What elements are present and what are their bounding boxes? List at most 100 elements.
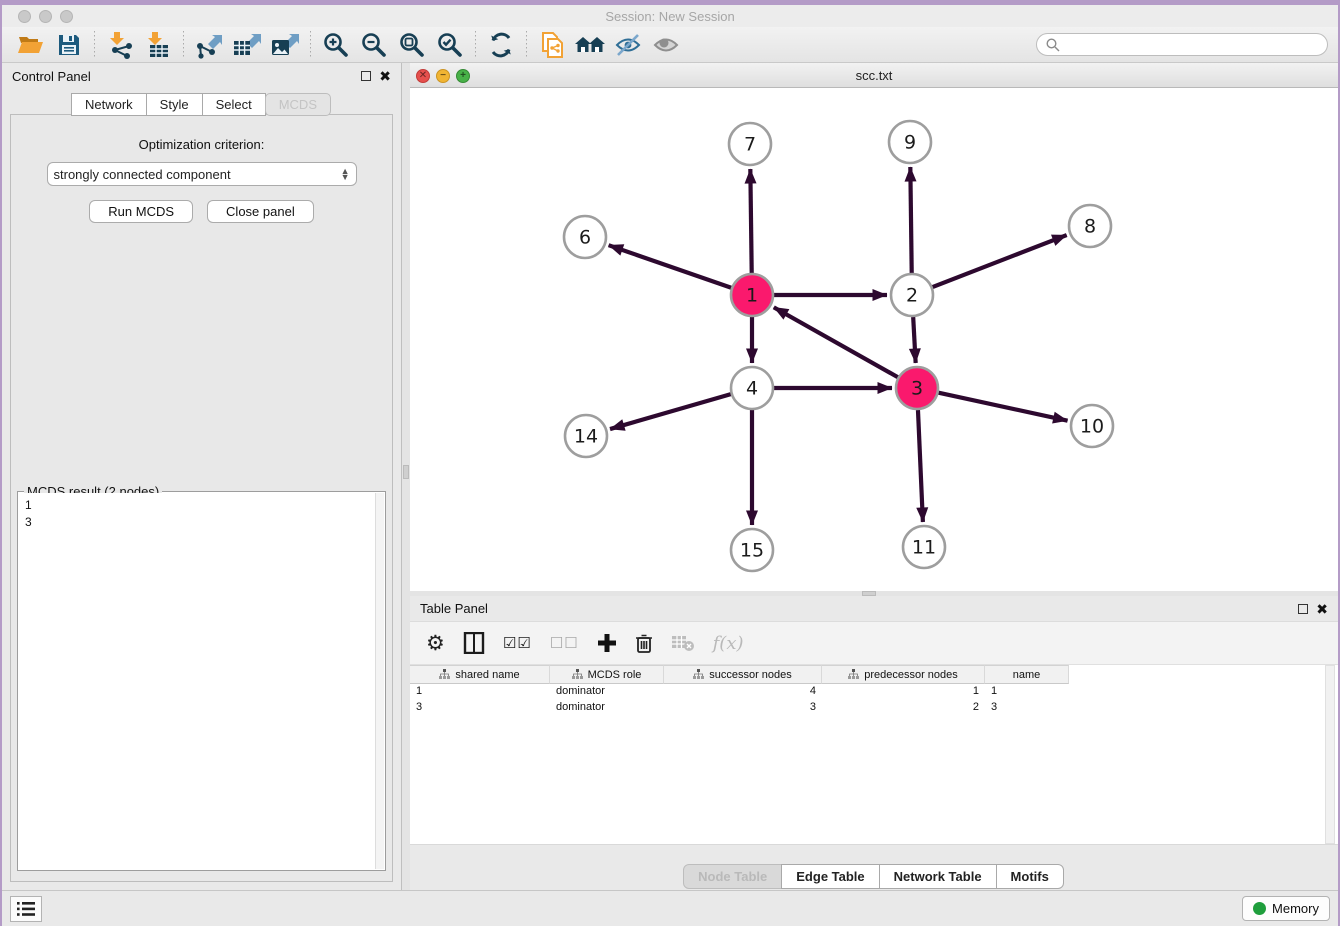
tab-network-table[interactable]: Network Table (879, 864, 997, 889)
deselect-all-columns-icon[interactable]: ☐☐ (550, 628, 579, 658)
copy-network-icon[interactable] (533, 29, 571, 61)
cell-shared-name[interactable]: 3 (410, 700, 550, 716)
graph-edge-2-9[interactable] (910, 167, 911, 273)
select-all-columns-icon[interactable]: ☑☑ (503, 628, 532, 658)
delete-column-icon[interactable] (635, 628, 653, 658)
tab-network[interactable]: Network (71, 93, 147, 116)
svg-text:7: 7 (744, 134, 756, 156)
close-panel-icon[interactable]: ✖ (1316, 604, 1328, 614)
column-header-successor-nodes[interactable]: successor nodes (664, 665, 822, 684)
column-header-shared-name[interactable]: shared name (410, 665, 550, 684)
open-session-icon[interactable] (12, 29, 50, 61)
refresh-layout-icon[interactable] (482, 29, 520, 61)
network-view-window: ✕ − + scc.txt 7968124314101511 (410, 63, 1338, 591)
graph-edge-3-11[interactable] (918, 410, 923, 522)
float-panel-icon[interactable] (1298, 604, 1308, 614)
graph-node-7[interactable]: 7 (729, 123, 771, 165)
table-settings-icon[interactable]: ⚙ (426, 628, 445, 658)
result-scrollbar[interactable] (375, 493, 384, 869)
mcds-result-list[interactable]: 1 3 (19, 493, 375, 869)
network-close-icon[interactable]: ✕ (416, 69, 430, 83)
network-zoom-icon[interactable]: + (456, 69, 470, 83)
graph-node-15[interactable]: 15 (731, 529, 773, 571)
import-network-icon[interactable] (101, 29, 139, 61)
graph-edge-3-10[interactable] (938, 393, 1067, 421)
graph-node-3[interactable]: 3 (896, 367, 938, 409)
column-header-predecessor-nodes[interactable]: predecessor nodes (822, 665, 985, 684)
svg-text:3: 3 (911, 378, 923, 400)
memory-status-icon (1253, 902, 1266, 915)
zoom-selected-icon[interactable] (431, 29, 469, 61)
table-panel-header: Table Panel ✖ (410, 596, 1338, 621)
graph-node-4[interactable]: 4 (731, 367, 773, 409)
export-network-icon[interactable] (190, 29, 228, 61)
hide-selected-icon[interactable] (609, 29, 647, 61)
graph-edge-2-3[interactable] (913, 317, 915, 363)
cell-predecessor-nodes[interactable]: 2 (822, 700, 985, 716)
save-session-icon[interactable] (50, 29, 88, 61)
network-canvas[interactable]: 7 9 6 8 1 2 4 3 14 10 15 11 (410, 88, 1338, 591)
search-input[interactable] (1036, 33, 1328, 56)
graph-edge-4-14[interactable] (610, 394, 731, 429)
tab-select[interactable]: Select (202, 93, 266, 116)
first-neighbors-icon[interactable] (571, 29, 609, 61)
close-panel-button[interactable]: Close panel (207, 200, 314, 223)
cell-predecessor-nodes[interactable]: 1 (822, 684, 985, 700)
table-row[interactable]: 1dominator411 (410, 684, 1338, 700)
task-history-button[interactable] (10, 896, 42, 922)
vertical-splitter[interactable] (402, 63, 410, 890)
cell-name[interactable]: 3 (985, 700, 1069, 716)
zoom-in-icon[interactable] (317, 29, 355, 61)
graph-node-6[interactable]: 6 (564, 216, 606, 258)
delete-table-icon[interactable] (671, 628, 695, 658)
graph-node-2[interactable]: 2 (891, 274, 933, 316)
table-scrollbar[interactable] (1325, 665, 1335, 844)
close-panel-icon[interactable]: ✖ (379, 71, 391, 81)
graph-edge-2-8[interactable] (933, 235, 1067, 287)
export-image-icon[interactable] (266, 29, 304, 61)
cell-shared-name[interactable]: 1 (410, 684, 550, 700)
float-panel-icon[interactable] (361, 71, 371, 81)
graph-edge-3-1[interactable] (774, 307, 898, 377)
run-mcds-button[interactable]: Run MCDS (89, 200, 193, 223)
show-columns-icon[interactable] (463, 628, 485, 658)
cell-successor-nodes[interactable]: 4 (664, 684, 822, 700)
export-table-icon[interactable] (228, 29, 266, 61)
graph-edge-1-7[interactable] (750, 169, 751, 273)
graph-node-10[interactable]: 10 (1071, 405, 1113, 447)
memory-button[interactable]: Memory (1242, 896, 1330, 921)
tab-motifs[interactable]: Motifs (996, 864, 1064, 889)
splitter-grip[interactable] (403, 465, 409, 479)
cell-MCDS-role[interactable]: dominator (550, 684, 664, 700)
import-table-icon[interactable] (139, 29, 177, 61)
zoom-fit-icon[interactable] (393, 29, 431, 61)
main-titlebar: Session: New Session (2, 5, 1338, 27)
graph-node-9[interactable]: 9 (889, 121, 931, 163)
tab-node-table[interactable]: Node Table (683, 864, 782, 889)
show-all-icon[interactable] (647, 29, 685, 61)
function-builder-icon[interactable]: f(x) (713, 628, 744, 658)
cell-MCDS-role[interactable]: dominator (550, 700, 664, 716)
graph-edge-1-6[interactable] (609, 245, 732, 288)
toolbar-separator (94, 31, 95, 59)
minimize-window-icon[interactable] (39, 10, 52, 23)
column-header-name[interactable]: name (985, 665, 1069, 684)
table-row[interactable]: 3dominator323 (410, 700, 1338, 716)
graph-node-11[interactable]: 11 (903, 526, 945, 568)
maximize-window-icon[interactable] (60, 10, 73, 23)
graph-node-8[interactable]: 8 (1069, 205, 1111, 247)
tab-edge-table[interactable]: Edge Table (781, 864, 879, 889)
add-column-icon[interactable] (597, 628, 617, 658)
criterion-select[interactable]: strongly connected component ▲▼ (47, 162, 357, 186)
cell-name[interactable]: 1 (985, 684, 1069, 700)
close-window-icon[interactable] (18, 10, 31, 23)
graph-node-14[interactable]: 14 (565, 415, 607, 457)
tab-style[interactable]: Style (146, 93, 203, 116)
network-minimize-icon[interactable]: − (436, 69, 450, 83)
graph-node-1[interactable]: 1 (731, 274, 773, 316)
column-header-MCDS-role[interactable]: MCDS role (550, 665, 664, 684)
tab-mcds[interactable]: MCDS (265, 93, 331, 116)
table-toolbar: ⚙ ☑☑ ☐☐ f(x) (410, 621, 1338, 665)
cell-successor-nodes[interactable]: 3 (664, 700, 822, 716)
zoom-out-icon[interactable] (355, 29, 393, 61)
